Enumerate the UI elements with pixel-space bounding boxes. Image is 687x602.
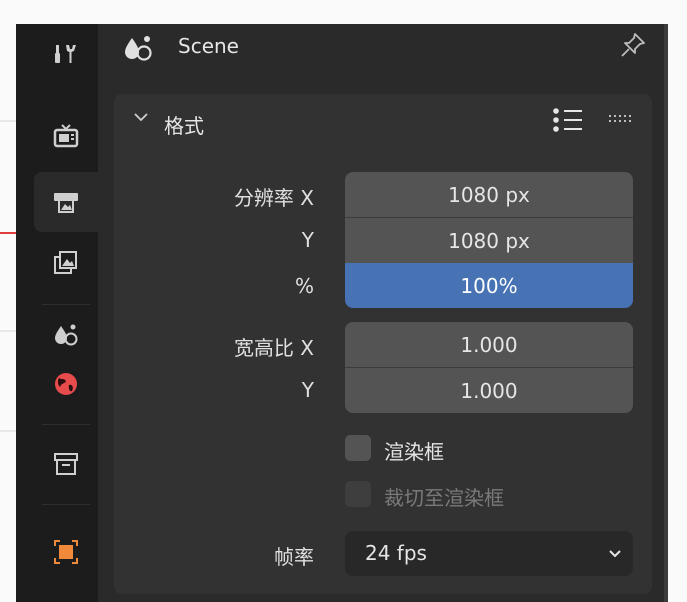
right-edge [668,24,687,602]
object-icon [54,540,78,564]
panel-title: Scene [178,34,239,58]
world-icon [55,373,77,395]
render-icon [53,124,79,148]
resolution-percent-label: % [294,274,314,298]
tab-object[interactable] [34,522,98,582]
presets-list-icon[interactable] [550,108,586,134]
crop-to-render-region-label: 裁切至渲染框 [384,486,504,510]
chevron-down-icon [134,113,148,122]
aspect-y-field[interactable]: 1.000 [345,368,633,413]
resolution-percent-slider[interactable]: 100% [345,263,633,308]
tab-collection[interactable] [34,434,98,494]
tool-icon [55,45,76,63]
left-viewport-edge [0,0,16,602]
aspect-x-label: 宽高比 X [233,336,314,360]
chevron-down-icon [609,550,621,558]
edge-line [0,430,16,432]
properties-panel: Scene 格式 分辨率 X 1080 px Y 1080 px % 100% … [98,24,664,602]
edge-line [0,120,16,122]
crop-to-render-region-checkbox[interactable] [345,481,371,507]
view-layer-icon [54,251,77,274]
framerate-label: 帧率 [274,545,314,569]
output-icon [54,193,78,213]
properties-tab-column [16,24,98,602]
section-title: 格式 [164,114,204,138]
top-edge [0,0,687,24]
scene-icon [125,36,152,61]
collection-icon [54,453,78,475]
tab-view-layer[interactable] [34,232,98,292]
aspect-y-label: Y [301,378,314,402]
tab-world[interactable] [34,354,98,414]
edge-line [0,330,16,332]
framerate-dropdown[interactable]: 24 fps [345,531,633,576]
format-section-header[interactable]: 格式 [114,94,652,142]
render-region-label: 渲染框 [384,440,444,464]
resolution-y-field[interactable]: 1080 px [345,218,633,263]
aspect-x-field[interactable]: 1.000 [345,322,633,367]
format-section: 格式 分辨率 X 1080 px Y 1080 px % 100% 宽高比 X … [114,94,652,594]
timeline-marker [0,232,16,234]
tab-render[interactable] [34,106,98,166]
resolution-y-label: Y [301,228,314,252]
tab-separator [42,424,90,425]
panel-header: Scene [98,24,664,72]
tab-output[interactable] [34,172,98,232]
tab-separator [42,504,90,505]
drag-handle-icon[interactable] [608,114,632,124]
framerate-value: 24 fps [365,541,427,565]
render-region-checkbox[interactable] [345,435,371,461]
tab-tool[interactable] [34,24,98,84]
scene-icon [55,324,78,346]
resolution-x-field[interactable]: 1080 px [345,172,633,217]
pin-icon[interactable] [618,30,648,60]
resolution-x-label: 分辨率 X [233,186,314,210]
